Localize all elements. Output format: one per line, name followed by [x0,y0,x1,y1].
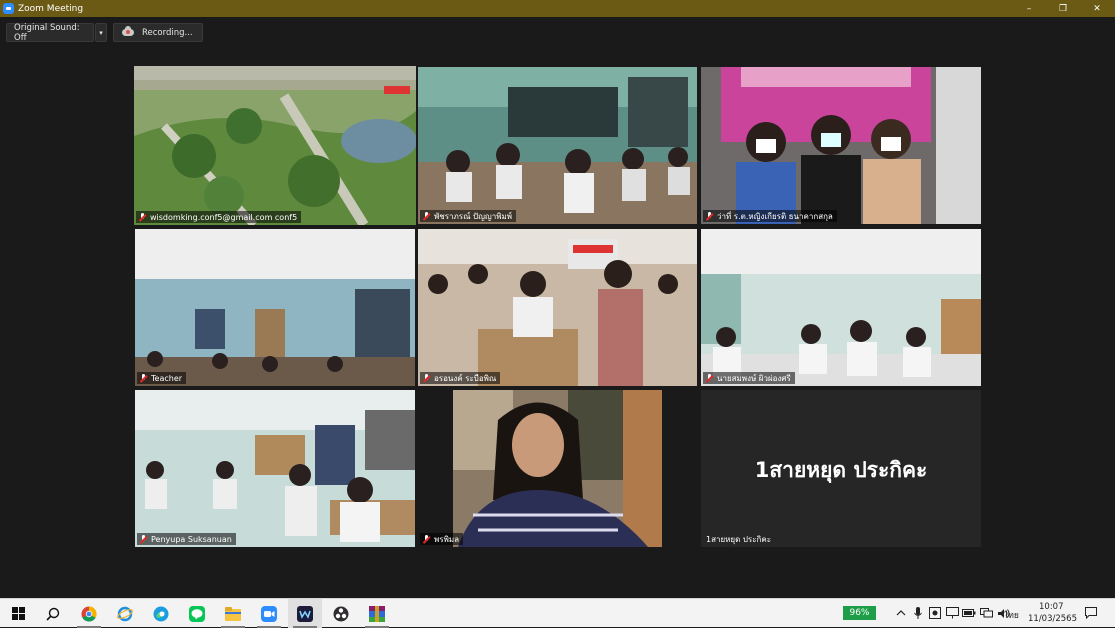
cloud-recording-icon [122,26,134,36]
video-feed-aerial [134,66,416,225]
folder-icon [225,606,241,621]
battery-indicator[interactable]: 96% [843,606,876,620]
taskbar-webex[interactable] [288,599,322,628]
microphone-icon[interactable] [911,606,925,620]
tray-overflow-chevron-icon[interactable] [894,606,908,620]
clock-date[interactable]: 11/03/2565 [1028,614,1077,624]
video-tile-7[interactable]: Penyupa Suksanuan [135,390,415,547]
close-button[interactable]: ✕ [1080,0,1114,17]
taskbar-chrome[interactable] [72,599,106,628]
taskbar-obs[interactable] [324,599,358,628]
video-tile-2[interactable]: พัชราภรณ์ ปัญญาพิมพ์ [418,67,697,224]
video-tile-1[interactable]: wisdomking.conf5@gmail.com conf5 [134,66,416,225]
video-tile-9[interactable]: 1สายหยุด ประกิคะ 1สายหยุด ประกิคะ [701,390,981,547]
video-tile-8[interactable]: พรพิมล [418,390,697,547]
input-language[interactable]: ไทย [1004,608,1019,622]
participant-name-tag: Teacher [137,372,187,384]
taskbar-line[interactable] [180,599,214,628]
participant-name-tag: 1สายหยุด ประกิคะ [706,534,772,544]
taskbar-zoom[interactable] [252,599,286,628]
edge-icon [153,606,169,621]
search-icon [46,607,60,621]
winrar-icon [369,605,385,622]
battery-icon[interactable] [962,606,976,620]
internet-explorer-icon [117,606,133,621]
display-icon[interactable] [945,606,959,620]
participant-name-tag: Penyupa Suksanuan [137,533,236,545]
muted-mic-icon [140,373,147,383]
participant-name-tag: ว่าที่ ร.ต.หญิงเกียรติ ธนาคากสกุล [703,210,837,222]
clock-time[interactable]: 10:07 [1039,602,1064,612]
original-sound-dropdown[interactable]: ▾ [95,23,107,42]
muted-mic-icon [423,373,430,383]
participant-name-tag: wisdomking.conf5@gmail.com conf5 [136,211,302,223]
network-icon[interactable] [979,606,993,620]
taskbar-internet-explorer[interactable] [108,599,142,628]
zoom-app-icon [3,3,14,14]
video-tile-5[interactable]: อรอนงค์ ระบือพิณ [418,229,697,386]
taskbar-app-grid[interactable] [360,599,394,628]
video-feed-presenters [701,67,981,224]
windows-taskbar: 96% ไทย 10:07 11/03/2565 [0,598,1115,628]
webex-icon [297,605,313,622]
video-feed-classroom-wide [135,229,415,386]
search-button[interactable] [36,599,70,628]
meeting-area: Original Sound: Off ▾ Recording... wisdo… [0,17,1115,598]
obs-icon [333,606,349,621]
muted-mic-icon [139,212,146,222]
muted-mic-icon [706,211,713,221]
muted-mic-icon [423,534,430,544]
window-titlebar: Zoom Meeting – ❐ ✕ [0,0,1115,17]
recording-indicator[interactable]: Recording... [113,23,203,42]
muted-mic-icon [423,211,430,221]
line-app-icon [189,605,205,622]
participant-name-tag: อรอนงค์ ระบือพิณ [420,372,501,384]
video-tile-3[interactable]: ว่าที่ ร.ต.หญิงเกียรติ ธนาคากสกุล [701,67,981,224]
original-sound-button[interactable]: Original Sound: Off [6,23,94,43]
participant-name-tag: พรพิมล [420,533,464,545]
video-feed-speaker [418,390,697,547]
windows-start-button[interactable] [1,599,35,628]
video-feed-classroom-teacher [418,229,697,386]
video-tile-6[interactable]: นายสมพงษ์ ผิวผ่องศรี [701,229,981,386]
windows-logo-icon [11,607,25,620]
zoom-icon [261,605,277,622]
participant-name-tag: พัชราภรณ์ ปัญญาพิมพ์ [420,210,517,222]
muted-mic-icon [140,534,147,544]
video-tile-4[interactable]: Teacher [135,229,415,386]
muted-mic-icon [706,373,713,383]
video-feed-students [701,229,981,386]
taskbar-file-explorer[interactable] [216,599,250,628]
maximize-button[interactable]: ❐ [1046,0,1080,17]
participant-display-name: 1สายหยุด ประกิคะ [754,458,928,482]
video-feed-classroom-rows [135,390,415,547]
notification-icon[interactable] [1084,606,1098,620]
minimize-button[interactable]: – [1012,0,1046,17]
participant-name-tag: นายสมพงษ์ ผิวผ่องศรี [703,372,795,384]
chrome-icon [81,606,97,622]
video-feed-classroom [418,67,697,224]
recording-label: Recording... [142,27,193,38]
security-icon[interactable] [928,606,942,620]
window-title: Zoom Meeting [18,3,84,14]
taskbar-edge[interactable] [144,599,178,628]
